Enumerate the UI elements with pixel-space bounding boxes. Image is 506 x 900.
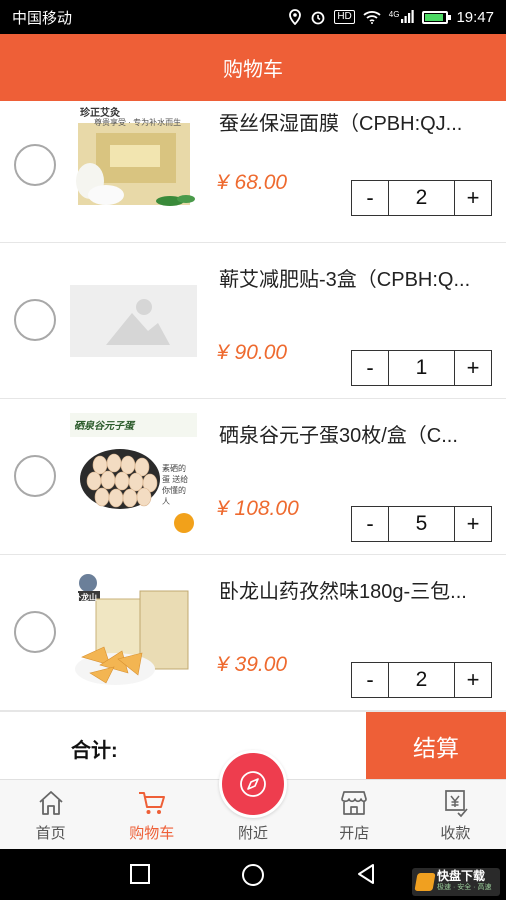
quantity-stepper: - 2 +	[351, 662, 492, 698]
quantity-input[interactable]: 2	[388, 181, 455, 215]
tab-label: 收款	[440, 825, 471, 842]
battery-icon	[422, 10, 452, 24]
product-price: ¥ 90.00	[217, 341, 288, 364]
carrier-label: 中国移动	[12, 9, 73, 27]
decrease-button[interactable]: -	[352, 351, 388, 385]
receipt-icon	[445, 790, 469, 818]
watermark-icon	[414, 873, 436, 891]
product-image-slogan: 尊贵享受 · 专为补水而生	[94, 118, 182, 127]
quantity-input[interactable]: 2	[388, 663, 455, 697]
home-icon	[38, 791, 63, 815]
tab-label: 开店	[339, 825, 370, 842]
product-image[interactable]: 硒泉谷元子蛋 素硒的蛋 送给你懂的人	[70, 413, 197, 535]
page-title: 购物车	[223, 59, 283, 81]
tab-label: 购物车	[129, 825, 175, 842]
select-radio[interactable]	[14, 144, 56, 186]
signal-icon: 4G	[389, 10, 415, 24]
product-image-placeholder[interactable]	[70, 285, 197, 357]
cart-icon	[138, 792, 165, 814]
select-radio[interactable]	[14, 611, 56, 653]
decrease-button[interactable]: -	[352, 663, 388, 697]
system-nav-bar: 快盘下载 极速 · 安全 · 高速	[0, 849, 506, 900]
watermark-logo: 快盘下载 极速 · 安全 · 高速	[412, 868, 500, 896]
watermark-text: 快盘下载	[437, 869, 486, 883]
quantity-stepper: - 2 +	[351, 180, 492, 216]
page-header: 购物车	[0, 34, 506, 101]
tab-receive-payment[interactable]: 收款	[405, 780, 506, 849]
product-title[interactable]: 蕲艾减肥贴-3盒（CPBH:Q...	[219, 263, 499, 292]
nearby-button[interactable]	[219, 750, 287, 818]
tab-label: 附近	[237, 825, 268, 842]
product-image-slogan: 素硒的蛋 送给你懂的人	[162, 464, 189, 506]
tab-open-shop[interactable]: 开店	[304, 780, 405, 849]
cart-item: 蕲艾减肥贴-3盒（CPBH:Q... ¥ 90.00 - 1 +	[0, 243, 506, 399]
hd-icon: HD	[334, 10, 355, 24]
status-bar: 中国移动 HD 4G 19:47	[0, 0, 506, 34]
increase-button[interactable]: +	[455, 351, 491, 385]
watermark-tagline: 极速 · 安全 · 高速	[437, 884, 492, 891]
quantity-stepper: - 5 +	[351, 506, 492, 542]
product-title[interactable]: 硒泉谷元子蛋30枚/盒（C...	[219, 419, 499, 448]
product-price: ¥ 39.00	[217, 653, 288, 676]
home-circle-icon[interactable]	[240, 862, 266, 888]
network-type: 4G	[388, 10, 400, 19]
alarm-icon	[310, 9, 326, 25]
product-image-brand: 卧龙山	[73, 593, 97, 602]
shop-icon	[341, 791, 368, 815]
quantity-input[interactable]: 1	[388, 351, 455, 385]
compass-icon	[240, 771, 266, 797]
checkout-button[interactable]: 结算	[366, 712, 506, 780]
cart-item: 珍正艾灸 尊贵享受 · 专为补水而生 蚕丝保湿面膜（CPBH:QJ... ¥ 6…	[0, 101, 506, 243]
product-price: ¥ 68.00	[217, 171, 288, 194]
tab-cart[interactable]: 购物车	[101, 780, 202, 849]
recent-apps-icon[interactable]	[128, 862, 152, 886]
product-title[interactable]: 卧龙山药孜然味180g-三包...	[219, 575, 499, 604]
quantity-stepper: - 1 +	[351, 350, 492, 386]
cart-list[interactable]: 珍正艾灸 尊贵享受 · 专为补水而生 蚕丝保湿面膜（CPBH:QJ... ¥ 6…	[0, 101, 506, 711]
tab-label: 首页	[35, 825, 66, 842]
cart-item: 卧龙山 卧龙山药孜然味180g-三包... ¥ 39.00 - 2 +	[0, 555, 506, 711]
product-title[interactable]: 蚕丝保湿面膜（CPBH:QJ...	[219, 107, 499, 136]
quantity-input[interactable]: 5	[388, 507, 455, 541]
decrease-button[interactable]: -	[352, 181, 388, 215]
increase-button[interactable]: +	[455, 507, 491, 541]
increase-button[interactable]: +	[455, 181, 491, 215]
wifi-icon	[363, 10, 381, 24]
select-radio[interactable]	[14, 455, 56, 497]
bottom-tab-bar: 首页 购物车 附近 开店 收款	[0, 750, 506, 849]
total-label: 合计:	[71, 740, 118, 762]
status-icons: HD 4G 19:47	[288, 9, 494, 26]
clock: 19:47	[456, 8, 494, 26]
cart-item: 硒泉谷元子蛋 素硒的蛋 送给你懂的人 硒泉谷元子蛋30枚/盒（C... ¥ 10…	[0, 399, 506, 555]
location-icon	[288, 9, 302, 25]
back-triangle-icon[interactable]	[354, 862, 378, 886]
increase-button[interactable]: +	[455, 663, 491, 697]
product-image[interactable]: 卧龙山	[70, 569, 197, 691]
product-image-brand: 硒泉谷元子蛋	[74, 421, 134, 432]
tab-home[interactable]: 首页	[0, 780, 101, 849]
product-price: ¥ 108.00	[217, 497, 299, 520]
decrease-button[interactable]: -	[352, 507, 388, 541]
tab-nearby[interactable]: 附近	[202, 750, 303, 849]
product-image[interactable]: 珍正艾灸 尊贵享受 · 专为补水而生	[70, 101, 197, 213]
select-radio[interactable]	[14, 299, 56, 341]
